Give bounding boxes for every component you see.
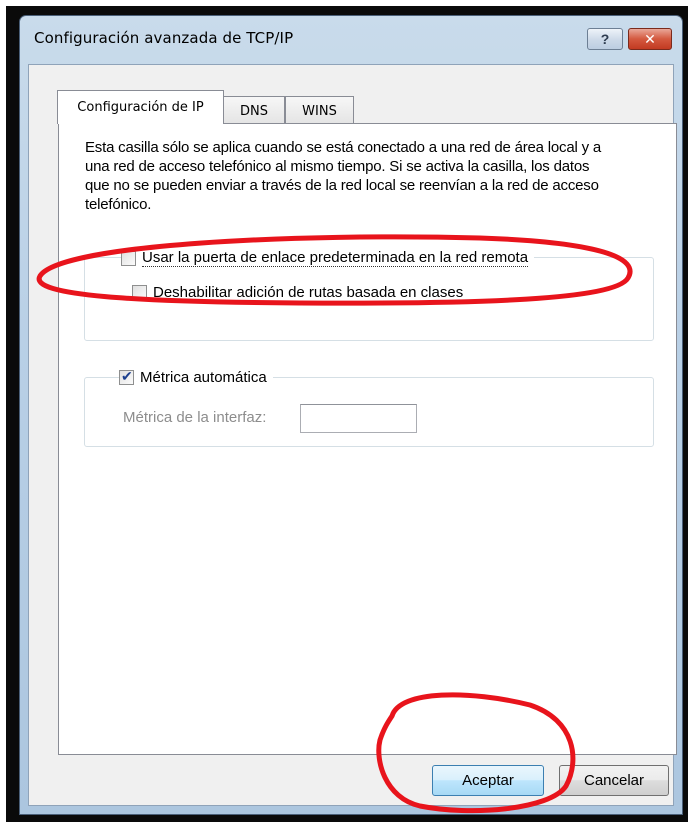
title-bar: Configuración avanzada de TCP/IP ? ✕	[20, 16, 682, 64]
cancel-button[interactable]: Cancelar	[559, 765, 669, 796]
close-button[interactable]: ✕	[628, 28, 672, 50]
dialog-window: Configuración avanzada de TCP/IP ? ✕ Con…	[19, 15, 683, 815]
interface-metric-input[interactable]	[300, 404, 417, 433]
default-gateway-checkbox[interactable]: Usar la puerta de enlace predeterminada …	[121, 249, 535, 267]
window-title: Configuración avanzada de TCP/IP	[34, 29, 294, 47]
checkbox-box	[132, 285, 147, 300]
description-text: Esta casilla sólo se aplica cuando se es…	[85, 139, 602, 213]
tab-label: Configuración de IP	[77, 100, 204, 115]
question-mark-icon: ?	[600, 31, 610, 47]
tab-dns[interactable]: DNS	[223, 96, 285, 125]
tab-label: DNS	[240, 103, 268, 119]
disable-class-routes-checkbox[interactable]: Deshabilitar adición de rutas basada en …	[132, 284, 470, 301]
checkbox-box	[121, 250, 136, 266]
ok-button[interactable]: Aceptar	[432, 765, 544, 796]
automatic-metric-label: Métrica automática	[140, 369, 267, 386]
automatic-metric-checkbox[interactable]: Métrica automática	[119, 368, 273, 386]
disable-class-routes-label: Deshabilitar adición de rutas basada en …	[153, 284, 464, 301]
tab-label: WINS	[302, 103, 337, 119]
interface-metric-label: Métrica de la interfaz:	[123, 409, 267, 426]
checkbox-checked-icon	[119, 368, 134, 385]
default-gateway-label: Usar la puerta de enlace predeterminada …	[142, 249, 529, 267]
tab-page-ip-settings: Esta casilla sólo se aplica cuando se es…	[58, 123, 677, 755]
help-button[interactable]: ?	[587, 28, 623, 50]
tab-ip-settings[interactable]: Configuración de IP	[57, 90, 224, 124]
dialog-client-area: Configuración de IP DNS WINS Esta casill…	[28, 64, 677, 806]
close-icon: ✕	[644, 30, 656, 47]
tab-wins[interactable]: WINS	[285, 96, 354, 125]
